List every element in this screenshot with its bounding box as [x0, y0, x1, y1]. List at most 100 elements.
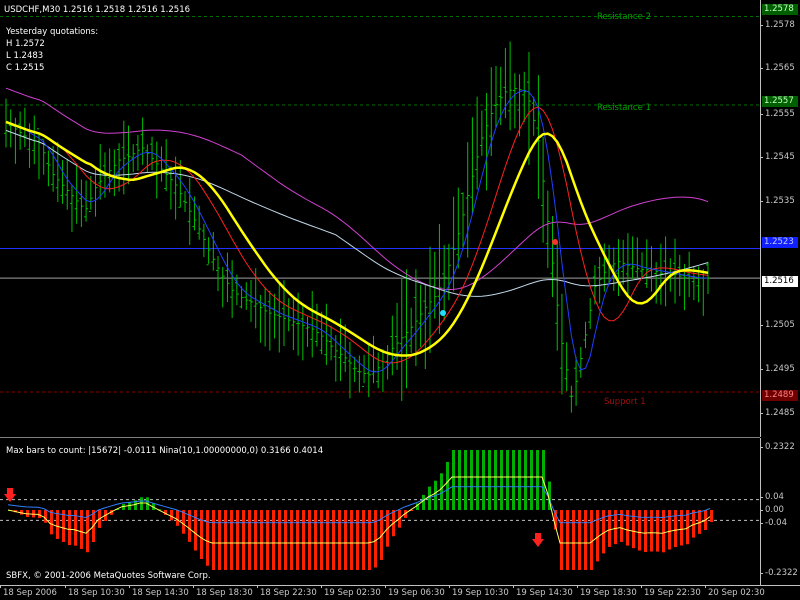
histogram-bar: [428, 486, 431, 510]
indicator-tick: -0.2322: [760, 568, 798, 578]
indicator-tick: -0.04: [760, 518, 787, 528]
resistance-1-label: Resistance 1: [597, 103, 651, 113]
support-1-price-tag: 1.2489: [762, 390, 798, 401]
time-label: 18 Sep 2006: [0, 585, 57, 598]
indicator-tick: 0.04: [760, 492, 784, 502]
resistance-2-label: Resistance 2: [597, 12, 651, 22]
time-label: 20 Sep 02:30: [705, 585, 765, 598]
histogram-bar: [338, 510, 341, 570]
histogram-bar: [650, 510, 653, 552]
time-label: 19 Sep 14:30: [513, 585, 573, 598]
histogram-bar: [80, 510, 83, 549]
price-axis[interactable]: 1.2578 1.2565 1.2555 1.2545 1.2535 1.250…: [760, 0, 800, 437]
yesterday-title: Yesterday quotations:: [6, 27, 99, 37]
histogram-bar: [596, 510, 599, 562]
histogram-bar: [578, 510, 581, 570]
histogram-bar: [458, 450, 461, 510]
histogram-bar: [326, 510, 329, 570]
signal-dot-cyan: [440, 310, 446, 316]
yesterday-close: C 1.2515: [6, 63, 45, 73]
histogram-bar: [494, 450, 497, 510]
yellow-ma-line: [5, 120, 709, 357]
time-label: 19 Sep 02:30: [321, 585, 381, 598]
histogram-bar: [230, 510, 233, 570]
signal-dot-red: [552, 239, 558, 245]
current-price-tag: 1.2516: [762, 276, 798, 287]
price-tick: 1.2565: [760, 63, 795, 73]
histogram-bar: [440, 473, 443, 510]
histogram-bar: [488, 450, 491, 510]
histogram-bar: [206, 510, 209, 566]
histogram-bar: [656, 510, 659, 552]
time-label: 19 Sep 06:30: [385, 585, 445, 598]
time-label: 18 Sep 18:30: [193, 585, 253, 598]
histogram-bar: [200, 510, 203, 560]
histogram-bar: [242, 510, 245, 570]
price-chart-pane[interactable]: USDCHF,M30 1.2516 1.2518 1.2516 1.2516 Y…: [0, 0, 760, 438]
support-1-label: Support 1: [604, 397, 646, 407]
price-chart-canvas: [0, 15, 760, 413]
down-arrow-icon: [532, 533, 544, 547]
histogram-bar: [644, 510, 647, 553]
histogram-bar: [368, 510, 371, 570]
histogram-bar: [248, 510, 251, 570]
time-label: 18 Sep 22:30: [257, 585, 317, 598]
histogram-bar: [560, 510, 563, 570]
histogram-bar: [374, 510, 377, 568]
time-axis[interactable]: 18 Sep 2006 18 Sep 10:30 18 Sep 14:30 18…: [0, 585, 800, 600]
histogram-bar: [524, 450, 527, 510]
silver-ma-line: [5, 129, 709, 297]
histogram-bar: [602, 510, 605, 554]
resistance-1-price-tag: 1.2557: [762, 96, 798, 107]
histogram-bar: [512, 450, 515, 510]
red-ma-line: [5, 106, 709, 364]
histogram-bar: [140, 497, 143, 510]
histogram-bar: [308, 510, 311, 570]
histogram-bar: [590, 510, 593, 570]
histogram-bar: [710, 510, 713, 523]
price-tick: 1.2535: [760, 196, 795, 206]
time-label: 19 Sep 22:30: [641, 585, 701, 598]
resistance-2-price-tag: 1.2578: [762, 4, 798, 15]
indicator-tick: 0.00: [760, 505, 784, 515]
histogram-bar: [212, 510, 215, 570]
histogram-bar: [518, 450, 521, 510]
histogram-bar: [638, 510, 641, 551]
histogram-bar: [350, 510, 353, 570]
histogram-bar: [302, 510, 305, 570]
time-label: 18 Sep 10:30: [65, 585, 125, 598]
histogram-bar: [362, 510, 365, 570]
histogram-bar: [356, 510, 359, 570]
histogram-bar: [452, 450, 455, 510]
indicator-pane[interactable]: Max bars to count: |15672| -0.0111 Nina(…: [0, 438, 760, 585]
histogram-bar: [194, 510, 197, 551]
time-label: 19 Sep 10:30: [449, 585, 509, 598]
histogram-bar: [38, 510, 41, 519]
time-label: 18 Sep 14:30: [129, 585, 189, 598]
histogram-bar: [530, 450, 533, 510]
yesterday-high: H 1.2572: [6, 39, 45, 49]
histogram-bar: [320, 510, 323, 570]
histogram-bar: [176, 510, 179, 526]
price-tick: 1.2485: [760, 408, 795, 418]
histogram-bar: [446, 462, 449, 510]
histogram-bar: [482, 450, 485, 510]
histogram-bar: [44, 510, 47, 523]
histogram-bar: [278, 510, 281, 570]
histogram-bar: [290, 510, 293, 570]
histogram-bar: [572, 510, 575, 570]
histogram-bar: [272, 510, 275, 570]
histogram-bar: [182, 510, 185, 534]
histogram-bar: [170, 510, 173, 521]
histogram-bar: [260, 510, 263, 570]
histogram-bar: [284, 510, 287, 570]
histogram-bar: [500, 450, 503, 510]
histogram-bar: [584, 510, 587, 570]
histogram-bar: [476, 450, 479, 510]
indicator-axis[interactable]: 0.2322 0.04 0.00 -0.04 -0.2322: [760, 438, 800, 585]
histogram-bar: [218, 510, 221, 570]
histogram-bar: [50, 510, 53, 535]
histogram-bar: [236, 510, 239, 570]
histogram-bar: [224, 510, 227, 570]
histogram-bar: [266, 510, 269, 570]
